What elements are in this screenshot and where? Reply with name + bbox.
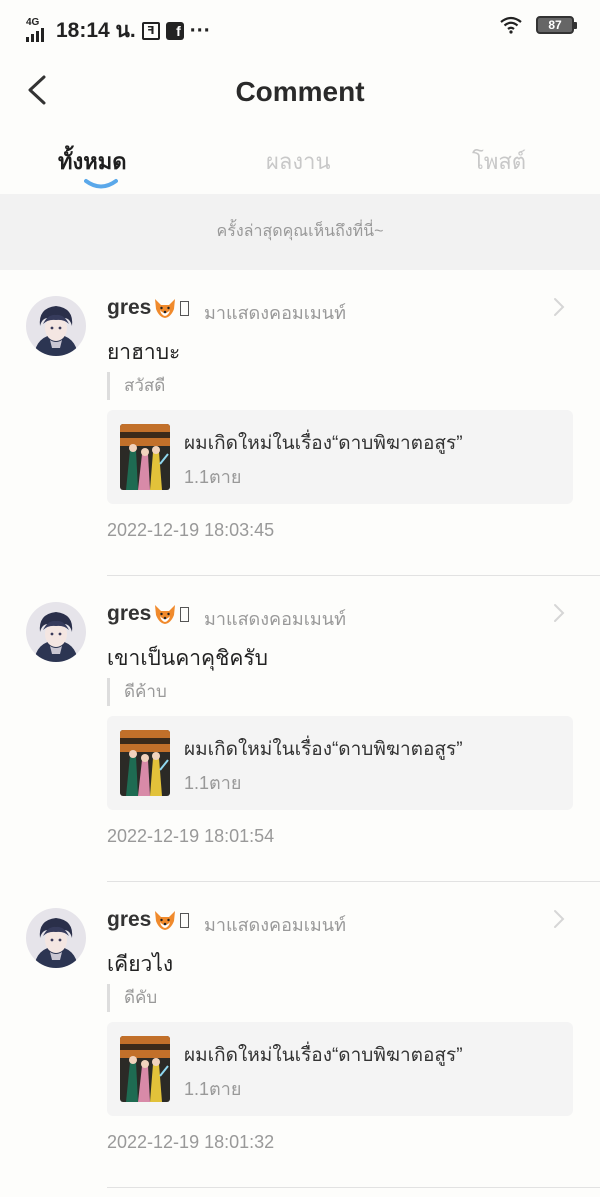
battery-icon: 87 [536,16,577,34]
avatar[interactable] [26,602,86,662]
quoted-reply: ดีค้าบ [107,678,167,706]
comment-timestamp: 2022-12-19 18:01:32 [107,1132,275,1152]
comment-timestamp: 2022-12-19 18:01:54 [107,826,275,846]
work-cover-image [120,1036,170,1102]
work-chapter: 1.1ตาย [184,773,242,793]
chevron-right-icon[interactable] [551,296,567,318]
unrendered-glyph-icon [180,606,190,622]
comment-item[interactable]: gres มาแสดงคอมเมนท์ เขาเป็นคาคุชิครับ ดี… [0,576,600,882]
avatar[interactable] [26,296,86,356]
work-chapter: 1.1ตาย [184,467,242,487]
work-title: ผมเกิดใหม่ในเรื่อง“ดาบพิฆาตอสูร” [184,433,463,454]
username[interactable]: gres [107,908,190,932]
comment-item[interactable]: gres มาแสดงคอมเมนท์ เคียวไง ดีคับ ผมเกิด… [0,882,600,1188]
tab-bar: ทั้งหมด ผลงาน โพสต์ [0,128,600,194]
username[interactable]: gres [107,296,190,320]
page-title: Comment [235,76,365,107]
tab-works[interactable]: ผลงาน [266,144,331,179]
status-bar: 4G 18:14 น. ꟻ f ··· 87 [0,0,600,54]
comment-item[interactable]: gres มาแสดงคอมเมนท์ ยาฮาบะ สวัสดี ผมเกิด… [0,270,600,576]
last-seen-notice: ครั้งล่าสุดคุณเห็นถึงที่นี่~ [0,194,600,270]
tab-posts[interactable]: โพสต์ [472,144,526,179]
work-title: ผมเกิดใหม่ในเรื่อง“ดาบพิฆาตอสูร” [184,739,463,760]
status-bar-left: 4G 18:14 น. ꟻ f ··· [26,14,211,47]
status-time: 18:14 น. [56,19,136,42]
wifi-icon [500,16,522,34]
facebook-icon: f [165,21,184,40]
sim-icon: ꟻ [141,21,160,40]
unrendered-glyph-icon [180,912,190,928]
active-tab-indicator [84,179,118,189]
fox-emoji-icon [155,911,176,930]
status-bar-right: 87 [500,16,577,34]
divider [107,1187,600,1188]
header: Comment [0,54,600,128]
work-title: ผมเกิดใหม่ในเรื่อง“ดาบพิฆาตอสูร” [184,1045,463,1066]
comment-action-text: มาแสดงคอมเมนท์ [204,609,346,629]
signal-icon: 4G [26,16,50,42]
network-type: 4G [26,16,40,28]
username-text: gres [107,296,152,319]
work-cover-image [120,730,170,796]
unrendered-glyph-icon [180,300,190,316]
username[interactable]: gres [107,602,190,626]
work-card[interactable]: ผมเกิดใหม่ในเรื่อง“ดาบพิฆาตอสูร” 1.1ตาย [107,716,573,810]
comment-timestamp: 2022-12-19 18:03:45 [107,520,275,540]
work-chapter: 1.1ตาย [184,1079,242,1099]
avatar[interactable] [26,908,86,968]
work-card[interactable]: ผมเกิดใหม่ในเรื่อง“ดาบพิฆาตอสูร” 1.1ตาย [107,1022,573,1116]
chevron-right-icon[interactable] [551,908,567,930]
more-notifications-icon: ··· [189,18,211,42]
username-text: gres [107,908,152,931]
comment-text: ยาฮาบะ [107,341,181,364]
fox-emoji-icon [155,605,176,624]
work-card[interactable]: ผมเกิดใหม่ในเรื่อง“ดาบพิฆาตอสูร” 1.1ตาย [107,410,573,504]
quoted-reply: สวัสดี [107,372,165,400]
username-text: gres [107,602,152,625]
tab-all[interactable]: ทั้งหมด [58,144,127,179]
comment-text: เขาเป็นคาคุชิครับ [107,647,268,670]
fox-emoji-icon [155,299,176,318]
work-cover-image [120,424,170,490]
chevron-right-icon[interactable] [551,602,567,624]
comment-text: เคียวไง [107,953,174,976]
comment-action-text: มาแสดงคอมเมนท์ [204,915,346,935]
comment-action-text: มาแสดงคอมเมนท์ [204,303,346,323]
quoted-reply: ดีคับ [107,984,157,1012]
